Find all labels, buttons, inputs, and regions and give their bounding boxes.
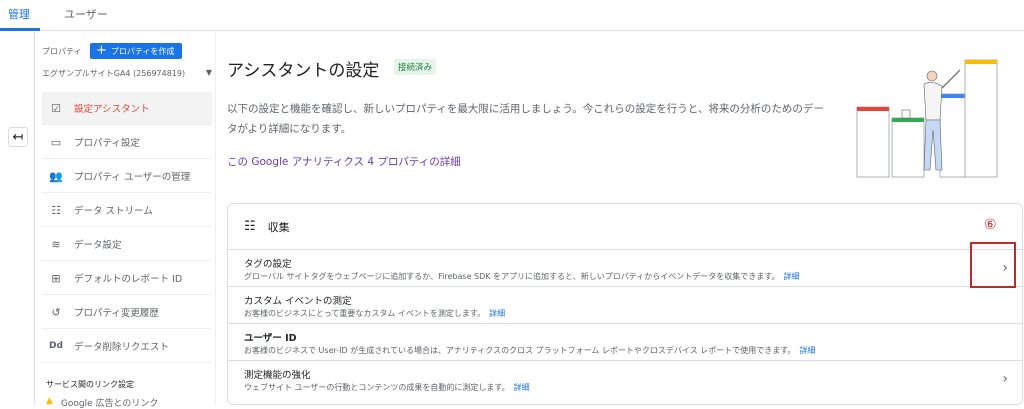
row-title: カスタム イベントの測定 xyxy=(244,296,352,307)
sidebar-item-label: データ ストリーム xyxy=(74,206,153,217)
sidebar-item-label: 設定アシスタント xyxy=(74,104,150,115)
sidebar-item-data-streams[interactable]: ☷ データ ストリーム xyxy=(42,194,212,227)
page-description: 以下の設定と機能を確認し、新しいプロパティを最大限に活用しましょう。今これらの設… xyxy=(227,103,824,135)
row-detail-link[interactable]: 詳細 xyxy=(514,383,530,392)
list-item-enhanced-measurement[interactable]: 測定機能の強化 ウェブサイト ユーザーの行動とコンテンツの成果を自動的に測定しま… xyxy=(228,361,1022,398)
sidebar-item-label: プロパティ ユーザーの管理 xyxy=(74,172,191,183)
property-label: プロパティ xyxy=(42,47,82,56)
plus-icon: + xyxy=(96,43,107,58)
sidebar-item-label: デフォルトのレポート ID xyxy=(74,274,183,285)
left-rail: ↤ xyxy=(0,32,35,405)
sidebar-item-label: プロパティ変更履歴 xyxy=(74,308,159,319)
property-detail-link[interactable]: この Google アナリティクス 4 プロパティの詳細 xyxy=(227,154,461,169)
sidebar-item-user-management[interactable]: 👥 プロパティ ユーザーの管理 xyxy=(42,160,212,193)
status-badge: 接続済み xyxy=(394,59,437,75)
sidebar-item-google-ads[interactable]: ▲ Google 広告とのリンク xyxy=(46,396,158,409)
page-title: アシスタントの設定 xyxy=(227,61,380,81)
card-header: ☷ 収集 xyxy=(228,204,1022,250)
tab-users[interactable]: ユーザー xyxy=(64,6,108,22)
google-ads-icon: ▲ xyxy=(46,396,53,406)
dd-icon: Dd xyxy=(49,341,63,351)
annotation-number: ⑥ xyxy=(984,217,997,233)
row-description: ウェブサイト ユーザーの行動とコンテンツの成果を自動的に測定します。 詳細 xyxy=(244,383,530,392)
row-detail-link[interactable]: 詳細 xyxy=(489,309,505,318)
row-description: グローバル サイトタグをウェブページに追加するか、Firebase SDK をア… xyxy=(244,272,800,281)
list-item-custom-events[interactable]: カスタム イベントの測定 お客様のビジネスにとって重要なカスタム イベントを測定… xyxy=(228,287,1022,324)
database-icon: ≋ xyxy=(51,237,61,251)
collection-card: ☷ 収集 タグの設定 グローバル サイトタグをウェブページに追加するか、Fire… xyxy=(227,203,1023,405)
row-detail-link[interactable]: 詳細 xyxy=(799,346,815,355)
services-section-label: サービス間のリンク設定 xyxy=(46,380,134,389)
row-title: ユーザー ID xyxy=(244,333,297,344)
property-select[interactable]: エグザンプルサイトGA4 (256974819) ▼ xyxy=(42,68,212,79)
list-item-tag-setup[interactable]: タグの設定 グローバル サイトタグをウェブページに追加するか、Firebase … xyxy=(228,250,1022,287)
sidebar-item-label: Google 広告とのリンク xyxy=(60,399,159,409)
top-bar: 管理 ユーザー xyxy=(0,0,1024,31)
sidebar-item-data-settings[interactable]: ≋ データ設定 xyxy=(42,228,212,261)
annotation-highlight-box xyxy=(970,242,1016,288)
chevron-right-icon[interactable]: › xyxy=(1002,371,1008,387)
card-title: 収集 xyxy=(267,220,290,234)
chevron-down-icon: ▼ xyxy=(205,68,212,77)
sidebar-item-change-history[interactable]: ↺ プロパティ変更履歴 xyxy=(42,296,212,329)
row-description: お客様のビジネスで User-ID が生成されている場合は、アナリティクスのクロ… xyxy=(244,346,816,355)
history-icon: ↺ xyxy=(51,305,61,319)
property-select-value: エグザンプルサイトGA4 (256974819) xyxy=(42,69,186,78)
sidebar-item-label: データ削除リクエスト xyxy=(74,342,170,353)
row-detail-link[interactable]: 詳細 xyxy=(783,272,799,281)
streams-icon: ☷ xyxy=(51,203,61,217)
list-item-user-id[interactable]: ユーザー ID お客様のビジネスで User-ID が生成されている場合は、アナ… xyxy=(228,324,1022,361)
row-title: タグの設定 xyxy=(244,259,292,270)
sidebar-item-label: データ設定 xyxy=(74,240,122,251)
sidebar-item-default-report-id[interactable]: ⊞ デフォルトのレポート ID xyxy=(42,262,212,295)
tune-icon: ☷ xyxy=(244,219,256,234)
users-icon: 👥 xyxy=(49,169,63,183)
sidebar-item-setup-assistant[interactable]: ☑ 設定アシスタント xyxy=(42,92,212,125)
sidebar: プロパティ + プロパティを作成 エグザンプルサイトGA4 (256974819… xyxy=(36,32,216,409)
back-arrow-icon[interactable]: ↤ xyxy=(8,127,28,147)
sidebar-item-data-deletion[interactable]: Dd データ削除リクエスト xyxy=(42,330,212,363)
row-description: お客様のビジネスにとって重要なカスタム イベントを測定します。 詳細 xyxy=(244,309,506,318)
sidebar-item-property-settings[interactable]: ▭ プロパティ設定 xyxy=(42,126,212,159)
create-property-button[interactable]: + プロパティを作成 xyxy=(90,43,182,59)
create-property-label: プロパティを作成 xyxy=(110,46,175,56)
checkbox-icon: ☑ xyxy=(51,101,61,115)
sidebar-item-label: プロパティ設定 xyxy=(74,138,140,149)
tab-admin[interactable]: 管理 xyxy=(8,6,30,22)
active-tab-indicator xyxy=(0,28,40,31)
setup-illustration xyxy=(856,59,998,178)
window-icon: ▭ xyxy=(50,135,62,149)
row-title: 測定機能の強化 xyxy=(244,370,311,381)
id-icon: ⊞ xyxy=(51,271,61,285)
